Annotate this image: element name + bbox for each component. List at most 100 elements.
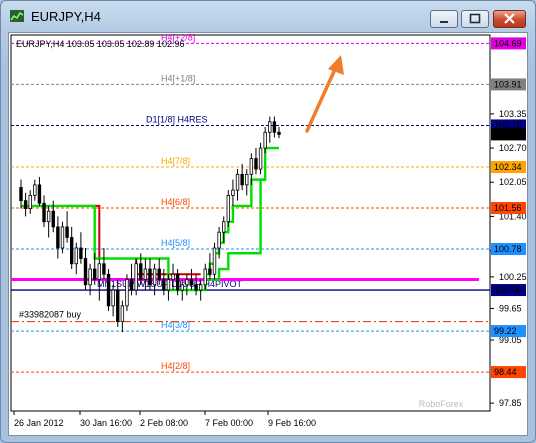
minimize-button[interactable]	[430, 10, 458, 28]
chart-window: EURJPY,H4 103.35102.70102.05101.40100.75…	[0, 0, 536, 443]
candle-body	[189, 279, 194, 286]
current-price-label: 102.96	[494, 129, 522, 139]
candle-body	[175, 273, 180, 291]
candle-body	[88, 268, 92, 286]
candle-body	[60, 226, 65, 249]
candle-body	[56, 226, 60, 249]
candle-body	[198, 284, 203, 291]
candle-body	[111, 289, 115, 307]
level-label: H4[7/8]	[161, 156, 190, 166]
candle-body	[129, 279, 134, 291]
x-tick-label: 2 Feb 08:00	[140, 418, 188, 428]
y-tick-label: 100.25	[499, 272, 527, 282]
candle-body	[42, 202, 46, 223]
level-label: H4[6/8]	[161, 197, 190, 207]
x-tick-label: 30 Jan 16:00	[80, 418, 132, 428]
candle-body	[208, 268, 212, 275]
candle-body	[93, 268, 97, 280]
candle-body	[152, 268, 157, 286]
candle-body	[83, 258, 88, 286]
candle-body	[157, 268, 161, 280]
candle-body	[28, 194, 32, 209]
chart-area[interactable]: 103.35102.70102.05101.40100.75100.2599.6…	[8, 32, 528, 436]
level-label: H4[2/8]	[161, 361, 190, 371]
x-tick-label: 9 Feb 16:00	[268, 418, 316, 428]
candle-body	[166, 279, 171, 291]
candle-body	[143, 268, 148, 280]
price-tag-label: 103.91	[494, 79, 522, 89]
close-button[interactable]	[493, 10, 526, 28]
candle-body	[222, 221, 226, 233]
candle-body	[249, 158, 254, 175]
price-tag-label: 101.56	[494, 203, 522, 213]
symbol-info: EURJPY,H4 103.05 103.05 102.89 102.96	[16, 39, 184, 49]
candle-body	[19, 187, 23, 202]
price-tag-label: 104.69	[494, 38, 522, 48]
candle-body	[102, 263, 106, 275]
candle-body	[51, 210, 55, 228]
candle-body	[74, 247, 78, 265]
y-tick-label: 99.65	[499, 303, 522, 313]
candle-body	[203, 268, 207, 286]
candle-body	[212, 247, 217, 275]
candle-body	[185, 279, 189, 286]
plot-border	[10, 34, 491, 412]
candle-body	[79, 247, 83, 259]
candle-body	[277, 131, 281, 135]
price-tag-label: 100.78	[494, 244, 522, 254]
candle-body	[240, 173, 244, 186]
candle-body	[254, 158, 258, 170]
candle-body	[116, 289, 120, 323]
candle-body	[106, 273, 111, 307]
candle-body	[37, 184, 42, 204]
candle-body	[120, 305, 125, 323]
order-label: #33982087 buy	[19, 310, 82, 320]
candle-body	[23, 200, 28, 209]
candle-body	[97, 263, 102, 280]
y-tick-label: 102.70	[499, 143, 527, 153]
candle-body	[226, 194, 231, 223]
candle-body	[231, 189, 235, 196]
candle-body	[268, 121, 272, 133]
level-label: H4[5/8]	[161, 238, 190, 248]
candle-body	[217, 231, 221, 249]
candle-body	[180, 284, 184, 291]
window-title: EURJPY,H4	[31, 9, 101, 24]
title-bar[interactable]: EURJPY,H4	[1, 1, 535, 31]
candle-body	[245, 173, 249, 186]
watermark-logo: RoboForex	[419, 399, 464, 409]
level-label: D1[1/8] H4RES	[146, 114, 208, 124]
candle-body	[272, 121, 277, 133]
minimize-icon	[440, 21, 448, 23]
x-tick-label: 7 Feb 00:00	[205, 418, 253, 428]
restore-button[interactable]	[461, 10, 489, 28]
candle-body	[125, 279, 129, 307]
price-tag-label: 98.44	[494, 367, 517, 377]
candle-body	[134, 263, 138, 291]
trend-arrow-head	[328, 55, 344, 75]
candle-body	[148, 268, 152, 286]
level-label: H4[+1/8]	[161, 73, 195, 83]
restore-icon	[469, 13, 481, 24]
y-tick-label: 103.35	[499, 109, 527, 119]
y-tick-label: 97.85	[499, 398, 522, 408]
y-tick-label: 102.05	[499, 177, 527, 187]
trend-arrow	[305, 65, 338, 133]
price-tag-label: 99.22	[494, 326, 517, 336]
price-chart[interactable]: 103.35102.70102.05101.40100.75100.2599.6…	[9, 33, 527, 435]
candle-body	[258, 147, 263, 170]
price-tag-label: 100.00	[494, 285, 522, 295]
candle-body	[33, 184, 37, 196]
candle-body	[235, 173, 240, 191]
candle-body	[263, 131, 267, 149]
close-icon	[504, 13, 515, 24]
candle-body	[46, 210, 51, 223]
chart-icon	[10, 10, 24, 22]
candle-body	[171, 273, 175, 280]
candle-body	[69, 237, 74, 265]
candle-body	[65, 226, 69, 238]
x-tick-label: 26 Jan 2012	[14, 418, 64, 428]
price-tag-label: 102.34	[494, 162, 522, 172]
candle-body	[139, 263, 143, 280]
candle-body	[194, 284, 198, 291]
